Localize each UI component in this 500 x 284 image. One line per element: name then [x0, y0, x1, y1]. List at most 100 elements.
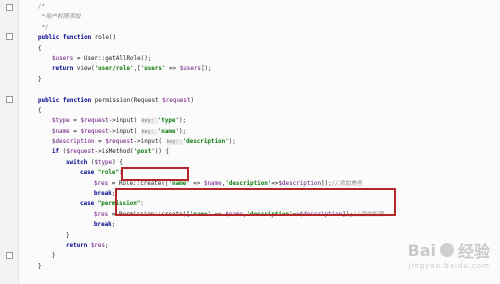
code-token: $res: [90, 242, 106, 249]
code-token: =: [69, 128, 81, 135]
code-token: return: [66, 242, 91, 249]
code-token: =: [69, 118, 81, 125]
code-token: );: [228, 139, 236, 146]
code-token: key:: [140, 118, 158, 125]
code-token: view(: [76, 66, 95, 73]
fold-marker-icon[interactable]: [6, 33, 13, 40]
code-line[interactable]: }: [24, 251, 384, 261]
code-token: ->isMethod(: [94, 149, 134, 156]
code-line[interactable]: $users = User::getAllRole();: [24, 54, 384, 64]
code-token: = Role::create([: [108, 180, 169, 187]
code-token: ) {: [112, 159, 123, 166]
code-line[interactable]: {: [24, 44, 384, 54]
code-token: $type: [52, 118, 70, 125]
fold-marker-icon[interactable]: [6, 96, 13, 103]
code-token: $res: [94, 180, 109, 187]
code-token: }: [38, 76, 42, 83]
code-token: key:: [140, 128, 158, 135]
code-token: case: [80, 170, 98, 177]
code-token: 'user/role': [94, 66, 134, 73]
code-token: ->input(: [108, 128, 141, 135]
code-token: switch: [66, 159, 91, 166]
code-token: $request: [105, 139, 134, 146]
paw-icon: [439, 243, 454, 257]
code-token: {: [38, 45, 42, 52]
code-token: ]);: [321, 180, 332, 187]
watermark-logo: Bai 经验: [408, 238, 491, 262]
fold-marker-icon[interactable]: [6, 4, 13, 11]
code-line[interactable]: public function role(): [24, 33, 384, 43]
code-line[interactable]: public function permission(Request $requ…: [24, 96, 384, 106]
code-token: 'users': [140, 66, 166, 73]
code-editor[interactable]: /* *用户权限添加 */ public function role() {$use…: [24, 2, 384, 272]
code-token: $request: [66, 149, 95, 156]
code-token: key:: [165, 139, 183, 146]
code-token: "role": [97, 170, 120, 177]
code-token: $name: [203, 180, 222, 187]
code-token: }: [38, 263, 42, 270]
code-token: $users: [179, 66, 201, 73]
code-line[interactable]: /*: [24, 2, 384, 12]
code-line[interactable]: case "role":: [24, 168, 384, 178]
code-line[interactable]: $type = $request->input( key: 'type');: [24, 116, 384, 126]
watermark-brand: Bai: [407, 240, 436, 260]
code-line[interactable]: */: [24, 23, 384, 33]
code-token: return: [52, 66, 77, 73]
code-line[interactable]: return $res;: [24, 241, 384, 251]
code-line[interactable]: return view('user/role',['users' => $use…: [24, 64, 384, 74]
code-token: $type: [94, 159, 113, 166]
code-token: *用户权限添加: [38, 14, 81, 21]
code-line[interactable]: *用户权限添加: [24, 12, 384, 22]
code-token: //添加角色: [331, 180, 363, 187]
code-line[interactable]: $name = $request->input( key: 'name');: [24, 127, 384, 137]
code-token: ]);: [200, 66, 212, 73]
code-token: ->input(: [133, 139, 166, 146]
fold-marker-icon[interactable]: [6, 252, 13, 259]
code-token: );: [179, 118, 187, 125]
code-token: ,[: [133, 66, 141, 73]
watermark-url: jingyan.baidu.com: [408, 262, 490, 270]
code-line[interactable]: }: [24, 262, 384, 272]
code-token: $res: [94, 211, 109, 218]
code-token: 'description': [182, 139, 229, 146]
highlight-box-permission-create: [115, 188, 396, 216]
code-token: $description: [278, 180, 321, 187]
code-token: $request: [80, 118, 109, 125]
code-token: =>: [165, 66, 180, 73]
code-token: $request: [80, 128, 109, 135]
code-line[interactable]: {: [24, 106, 384, 116]
code-token: break: [94, 222, 112, 229]
code-token: ;: [105, 242, 109, 249]
code-token: break: [94, 191, 112, 198]
code-token: 'post': [133, 149, 155, 156]
code-line[interactable]: switch ($type) {: [24, 158, 384, 168]
code-token: )) {: [154, 149, 170, 156]
code-line[interactable]: [24, 85, 384, 95]
code-token: 'type': [157, 118, 180, 125]
code-token: 'name': [168, 180, 190, 187]
code-line[interactable]: }: [24, 231, 384, 241]
code-token: =: [94, 139, 106, 146]
code-token: ): [190, 97, 195, 104]
code-token: =>: [189, 180, 204, 187]
code-line[interactable]: break;: [24, 220, 384, 230]
code-token: public function: [38, 97, 95, 104]
code-token: }: [66, 232, 70, 239]
code-token: case: [80, 201, 98, 208]
code-token: = User::getAllRole();: [73, 55, 152, 62]
code-token: public function: [38, 35, 95, 42]
code-token: 'description': [225, 180, 272, 187]
code-line[interactable]: $description = $request->input( key: 'de…: [24, 137, 384, 147]
code-line[interactable]: }: [24, 75, 384, 85]
code-token: role(): [94, 35, 117, 42]
watermark-brand-cn: 经验: [457, 242, 490, 261]
code-token: /*: [38, 4, 46, 10]
code-line[interactable]: if ($request->isMethod('post')) {: [24, 147, 384, 157]
editor-gutter: [0, 0, 19, 284]
code-token: ;: [111, 222, 116, 229]
baidu-watermark: Bai 经验 jingyan.baidu.com: [408, 238, 491, 271]
code-token: $description: [52, 139, 95, 146]
highlight-box-role-create: [121, 167, 189, 181]
code-token: if: [52, 149, 63, 156]
code-token: permission(Request: [94, 97, 163, 104]
